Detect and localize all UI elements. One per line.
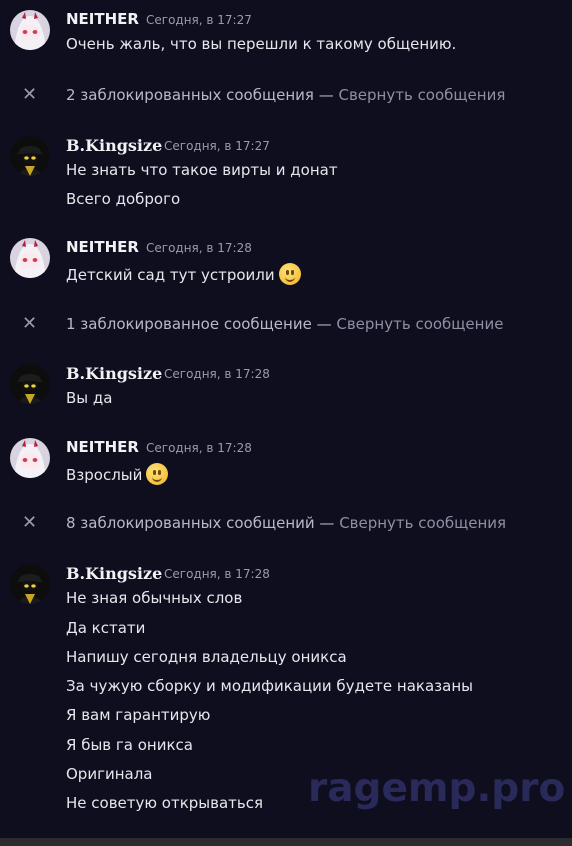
username[interactable]: B.Kingsize bbox=[66, 136, 162, 155]
collapse-messages-link[interactable]: Свернуть сообщение bbox=[336, 315, 503, 333]
avatar[interactable] bbox=[10, 564, 50, 604]
message-text: Оригинала bbox=[66, 765, 153, 783]
username[interactable]: NEITHER bbox=[66, 10, 139, 28]
message-row: Взрослый bbox=[66, 463, 169, 485]
blocked-count-text: 2 заблокированных сообщения — bbox=[66, 86, 339, 104]
timestamp: Сегодня, в 17:28 bbox=[164, 367, 270, 381]
message-text: Да кстати bbox=[66, 619, 146, 637]
timestamp: Сегодня, в 17:27 bbox=[164, 139, 270, 153]
message-text: Детский сад тут устроили bbox=[66, 266, 275, 284]
avatar[interactable] bbox=[10, 136, 50, 176]
collapse-messages-link[interactable]: Свернуть сообщения bbox=[338, 86, 505, 104]
smiling-face-icon bbox=[146, 463, 169, 485]
message-text: Взрослый bbox=[66, 466, 143, 484]
username[interactable]: B.Kingsize bbox=[66, 564, 162, 583]
bottom-bar bbox=[0, 838, 572, 846]
username[interactable]: NEITHER bbox=[66, 238, 139, 256]
watermark: ragemp.pro bbox=[308, 766, 566, 811]
close-icon[interactable]: ✕ bbox=[22, 84, 37, 105]
message-text: Не советую открываться bbox=[66, 794, 263, 812]
blocked-messages-notice: ✕ 2 заблокированных сообщения — Свернуть… bbox=[0, 84, 572, 108]
message-row: Детский сад тут устроили bbox=[66, 263, 301, 285]
message-text: Не знать что такое вирты и донат bbox=[66, 161, 338, 179]
blocked-messages-notice: ✕ 8 заблокированных сообщений — Свернуть… bbox=[0, 512, 572, 536]
message-text: Напишу сегодня владельцу оникса bbox=[66, 648, 347, 666]
timestamp: Сегодня, в 17:28 bbox=[146, 241, 252, 255]
message-text: За чужую сборку и модификации будете нак… bbox=[66, 677, 473, 695]
avatar[interactable] bbox=[10, 364, 50, 404]
avatar[interactable] bbox=[10, 10, 50, 50]
message-text: Очень жаль, что вы перешли к такому обще… bbox=[66, 35, 457, 53]
chat-history: NEITHER Сегодня, в 17:27 Очень жаль, что… bbox=[0, 0, 572, 846]
username[interactable]: B.Kingsize bbox=[66, 364, 162, 383]
avatar[interactable] bbox=[10, 238, 50, 278]
blocked-count-text: 8 заблокированных сообщений — bbox=[66, 514, 340, 532]
timestamp: Сегодня, в 17:27 bbox=[146, 13, 252, 27]
username[interactable]: NEITHER bbox=[66, 438, 139, 456]
avatar[interactable] bbox=[10, 438, 50, 478]
smiling-face-icon bbox=[278, 263, 301, 285]
message-text: Не зная обычных слов bbox=[66, 589, 243, 607]
message-text: Всего доброго bbox=[66, 190, 181, 208]
timestamp: Сегодня, в 17:28 bbox=[164, 567, 270, 581]
close-icon[interactable]: ✕ bbox=[22, 313, 37, 334]
message-text: Я вам гарантирую bbox=[66, 706, 211, 724]
close-icon[interactable]: ✕ bbox=[22, 512, 37, 533]
message-text: Вы да bbox=[66, 389, 113, 407]
message-text: Я быв га оникса bbox=[66, 736, 193, 754]
blocked-messages-notice: ✕ 1 заблокированное сообщение — Свернуть… bbox=[0, 313, 572, 337]
timestamp: Сегодня, в 17:28 bbox=[146, 441, 252, 455]
collapse-messages-link[interactable]: Свернуть сообщения bbox=[339, 514, 506, 532]
blocked-count-text: 1 заблокированное сообщение — bbox=[66, 315, 337, 333]
